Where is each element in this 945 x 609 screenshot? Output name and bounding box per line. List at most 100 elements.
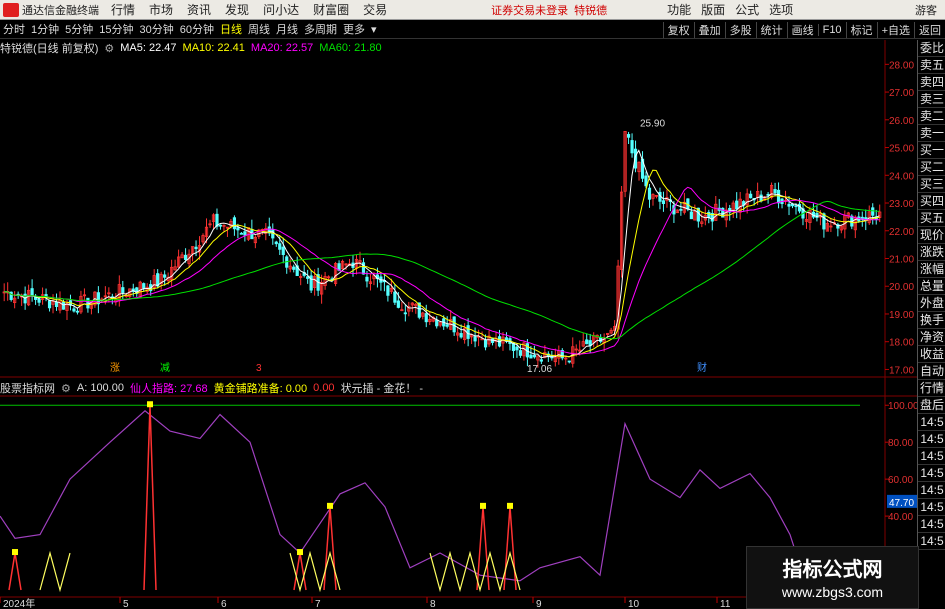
trade-login-notice[interactable]: 证券交易未登录 (491, 2, 568, 18)
side-panel-item[interactable]: 卖一 (918, 125, 945, 142)
candle-body (333, 263, 338, 284)
candle-body (16, 293, 20, 296)
candle-body (337, 263, 341, 271)
candle-body (745, 193, 749, 206)
candle-body (661, 200, 666, 204)
side-panel-item[interactable]: 14:5 (918, 516, 945, 533)
side-panel-item[interactable]: 委比 (918, 40, 945, 57)
menu-xuanxiang[interactable]: 选项 (769, 1, 793, 18)
side-panel-item[interactable]: 14:5 (918, 431, 945, 448)
side-panel-item[interactable]: 换手 (918, 312, 945, 329)
side-panel-item[interactable]: 现价 (918, 227, 945, 244)
candle-body (194, 246, 198, 250)
candle-body (187, 253, 191, 264)
candle-body (578, 349, 582, 352)
period-multi[interactable]: 多周期 (301, 21, 340, 37)
candle-body (825, 223, 829, 232)
signal-marker (12, 549, 18, 556)
period-1min[interactable]: 1分钟 (28, 21, 62, 37)
indicator-zero: 0.00 (313, 382, 335, 394)
candle-body (166, 276, 170, 281)
side-panel-item[interactable]: 14:5 (918, 448, 945, 465)
menu-faxian[interactable]: 发现 (225, 1, 249, 18)
candle-body (372, 275, 376, 280)
side-panel-item[interactable]: 涨幅 (918, 261, 945, 278)
side-panel-item[interactable]: 卖二 (918, 108, 945, 125)
indicator-gear-icon[interactable]: ⚙ (61, 382, 71, 395)
more-chevron-icon[interactable]: ▾ (368, 23, 380, 36)
biaoji-button[interactable]: 标记 (845, 21, 877, 38)
candle-body (170, 266, 174, 281)
fuquan-button[interactable]: 复权 (662, 21, 694, 38)
period-monthly[interactable]: 月线 (273, 21, 301, 37)
indicator-current-box (887, 494, 920, 508)
side-panel-item[interactable]: 14:5 (918, 465, 945, 482)
side-panel-item[interactable]: 涨跌 (918, 244, 945, 261)
side-panel-item[interactable]: 买二 (918, 159, 945, 176)
candle-body (630, 140, 634, 154)
period-60min[interactable]: 60分钟 (177, 21, 217, 37)
price-tick-label: 20.00 (889, 282, 914, 293)
menu-zixun[interactable]: 资讯 (187, 1, 211, 18)
candlestick-chart[interactable]: 28.00 27.00 26.00 25.00 24.00 23.00 22.00 21.00… (0, 0, 945, 609)
side-panel-item[interactable]: 买三 (918, 176, 945, 193)
menu-wenxiaoda[interactable]: 问小达 (263, 1, 299, 18)
period-30min[interactable]: 30分钟 (137, 21, 177, 37)
side-panel-item[interactable]: 14:5 (918, 414, 945, 431)
side-panel-item[interactable]: 14:5 (918, 533, 945, 550)
candle-body (860, 216, 864, 220)
menu-gongshi[interactable]: 公式 (735, 1, 759, 18)
menu-gongneng[interactable]: 功能 (667, 1, 691, 18)
candle-body (735, 200, 739, 210)
menu-shichang[interactable]: 市场 (149, 1, 173, 18)
candle-body (96, 292, 100, 305)
side-panel-item[interactable]: 自动 (918, 363, 945, 380)
stock-title: 特锐德(日线 前复权) (0, 43, 99, 55)
add-watchlist-button[interactable]: +自选 (876, 21, 914, 38)
ma20-line (3, 186, 880, 355)
period-weekly[interactable]: 周线 (245, 21, 273, 37)
period-fenshi[interactable]: 分时 (0, 21, 28, 37)
signal-band (39, 550, 71, 593)
menu-hangqing[interactable]: 行情 (111, 1, 135, 18)
price-tick-label: 26.00 (889, 116, 914, 127)
f10-button[interactable]: F10 (817, 23, 846, 36)
period-daily[interactable]: 日线 (217, 21, 245, 37)
huaxian-button[interactable]: 画线 (786, 21, 818, 38)
settings-gear-icon[interactable]: ⚙ (104, 42, 114, 55)
side-panel-item[interactable]: 行情 (918, 380, 945, 397)
guest-label[interactable]: 游客 (915, 2, 937, 18)
period-5min[interactable]: 5分钟 (62, 21, 96, 37)
back-button[interactable]: 返回 (914, 21, 945, 38)
side-panel-item[interactable]: 盘后 (918, 397, 945, 414)
side-panel-item[interactable]: 买四 (918, 193, 945, 210)
candle-body (232, 217, 237, 230)
side-panel-item[interactable]: 总量 (918, 278, 945, 295)
menu-jiaoyi[interactable]: 交易 (363, 1, 387, 18)
side-panel-item[interactable]: 外盘 (918, 295, 945, 312)
tongji-button[interactable]: 统计 (755, 21, 787, 38)
side-panel-item[interactable]: 卖三 (918, 91, 945, 108)
candle-body (672, 205, 676, 215)
candle-body (236, 227, 240, 231)
menu-caifuquan[interactable]: 财富圈 (313, 1, 349, 18)
side-panel-item[interactable]: 卖四 (918, 74, 945, 91)
period-15min[interactable]: 15分钟 (96, 21, 136, 37)
candle-body (742, 201, 746, 206)
candle-body (351, 262, 355, 268)
duogu-button[interactable]: 多股 (724, 21, 756, 38)
side-panel-item[interactable]: 14:5 (918, 499, 945, 516)
side-panel-item[interactable]: 买一 (918, 142, 945, 159)
side-panel-item[interactable]: 14:5 (918, 482, 945, 499)
candle-body (79, 295, 83, 313)
diejia-button[interactable]: 叠加 (693, 21, 725, 38)
menu-banmian[interactable]: 版面 (701, 1, 725, 18)
signal-marker (507, 502, 513, 509)
period-more[interactable]: 更多 (340, 21, 368, 37)
ma10-value: MA10: 22.41 (182, 42, 245, 54)
side-panel-item[interactable]: 买五 (918, 210, 945, 227)
candle-body (326, 276, 331, 279)
side-panel-item[interactable]: 收益 (918, 346, 945, 363)
side-panel-item[interactable]: 净资 (918, 329, 945, 346)
side-panel-item[interactable]: 卖五 (918, 57, 945, 74)
